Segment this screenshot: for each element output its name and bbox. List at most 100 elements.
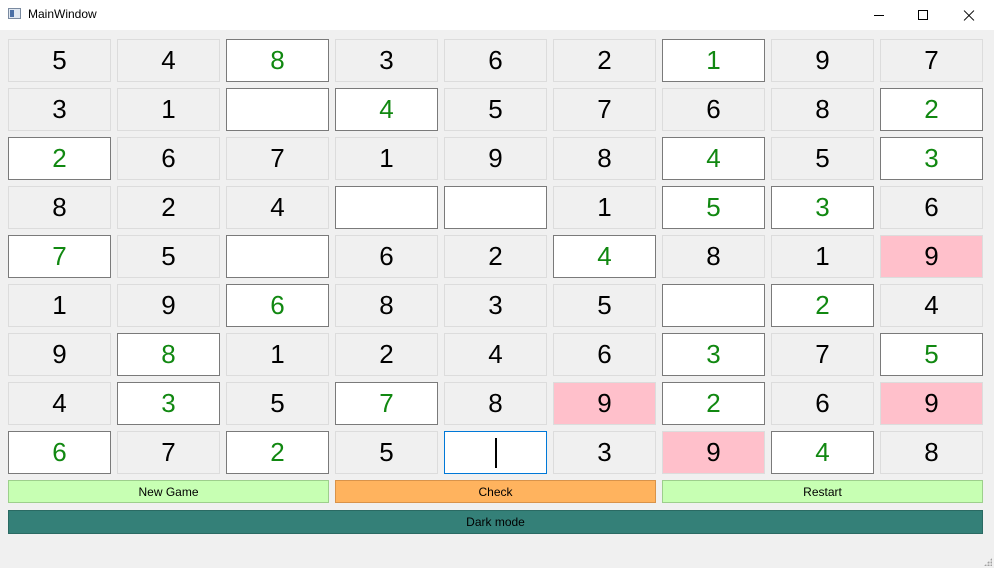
cell-value: 3 (379, 45, 394, 75)
sudoku-cell-r9-c8[interactable]: 4 (771, 431, 874, 474)
check-button[interactable]: Check (335, 480, 656, 503)
sudoku-cell-r3-c7[interactable]: 4 (662, 137, 765, 180)
cell-value: 5 (924, 339, 939, 369)
cell-value: 9 (488, 143, 503, 173)
sudoku-cell-r1-c5: 6 (444, 39, 547, 82)
cell-value: 4 (379, 94, 394, 124)
cell-value: 4 (597, 241, 612, 271)
sudoku-cell-r1-c8: 9 (771, 39, 874, 82)
sudoku-cell-r5-c4: 6 (335, 235, 438, 278)
window-title: MainWindow (28, 7, 97, 21)
cell-value: 6 (488, 45, 503, 75)
sudoku-cell-r8-c2[interactable]: 3 (117, 382, 220, 425)
cell-value: 8 (488, 388, 503, 418)
sudoku-cell-r3-c9[interactable]: 3 (880, 137, 983, 180)
minimize-button[interactable] (856, 0, 902, 30)
sudoku-cell-r4-c5[interactable] (444, 186, 547, 229)
sudoku-cell-r4-c6: 1 (553, 186, 656, 229)
sudoku-cell-r8-c4[interactable]: 7 (335, 382, 438, 425)
sudoku-cell-r7-c6: 6 (553, 333, 656, 376)
sudoku-cell-r1-c7[interactable]: 1 (662, 39, 765, 82)
cell-value: 2 (52, 143, 67, 173)
sudoku-cell-r9-c9: 8 (880, 431, 983, 474)
cell-value: 1 (815, 241, 830, 271)
sudoku-cell-r4-c3: 4 (226, 186, 329, 229)
sudoku-cell-r9-c1[interactable]: 6 (8, 431, 111, 474)
sudoku-cell-r9-c6: 3 (553, 431, 656, 474)
cell-value: 5 (706, 192, 721, 222)
cell-value: 9 (706, 437, 721, 467)
sudoku-cell-r2-c4[interactable]: 4 (335, 88, 438, 131)
cell-value: 2 (815, 290, 830, 320)
dark-mode-button[interactable]: Dark mode (8, 510, 983, 534)
sudoku-cell-r6-c4: 8 (335, 284, 438, 327)
sudoku-cell-r2-c6: 7 (553, 88, 656, 131)
sudoku-cell-r6-c3[interactable]: 6 (226, 284, 329, 327)
sudoku-cell-r6-c7[interactable] (662, 284, 765, 327)
sudoku-cell-r4-c9: 6 (880, 186, 983, 229)
restart-button[interactable]: Restart (662, 480, 983, 503)
sudoku-cell-r4-c7[interactable]: 5 (662, 186, 765, 229)
cell-value: 8 (597, 143, 612, 173)
cell-value: 3 (924, 143, 939, 173)
cell-value: 2 (488, 241, 503, 271)
close-icon (963, 9, 975, 21)
sudoku-cell-r9-c5[interactable] (444, 431, 547, 474)
new-game-button[interactable]: New Game (8, 480, 329, 503)
sudoku-cell-r3-c4: 1 (335, 137, 438, 180)
resize-grip[interactable] (984, 558, 992, 566)
cell-value: 6 (924, 192, 939, 222)
sudoku-cell-r9-c3[interactable]: 2 (226, 431, 329, 474)
sudoku-cell-r8-c9[interactable]: 9 (880, 382, 983, 425)
sudoku-cell-r2-c3[interactable] (226, 88, 329, 131)
sudoku-cell-r9-c7[interactable]: 9 (662, 431, 765, 474)
cell-value: 5 (52, 45, 67, 75)
sudoku-cell-r4-c8[interactable]: 3 (771, 186, 874, 229)
sudoku-cell-r2-c9[interactable]: 2 (880, 88, 983, 131)
sudoku-cell-r5-c6[interactable]: 4 (553, 235, 656, 278)
text-cursor (494, 437, 497, 468)
sudoku-cell-r8-c7[interactable]: 2 (662, 382, 765, 425)
cell-value: 3 (52, 94, 67, 124)
sudoku-cell-r3-c1[interactable]: 2 (8, 137, 111, 180)
cell-value: 6 (52, 437, 67, 467)
cell-value: 4 (488, 339, 503, 369)
sudoku-cell-r4-c1: 8 (8, 186, 111, 229)
maximize-button[interactable] (900, 0, 946, 30)
sudoku-cell-r8-c6[interactable]: 9 (553, 382, 656, 425)
cell-value: 7 (52, 241, 67, 271)
sudoku-cell-r6-c1: 1 (8, 284, 111, 327)
sudoku-cell-r5-c3[interactable] (226, 235, 329, 278)
cell-value: 1 (161, 94, 176, 124)
sudoku-cell-r7-c7[interactable]: 3 (662, 333, 765, 376)
cell-value: 4 (706, 143, 721, 173)
cell-value: 3 (597, 437, 612, 467)
cell-value: 8 (924, 437, 939, 467)
cell-value: 6 (815, 388, 830, 418)
sudoku-cell-r5-c1[interactable]: 7 (8, 235, 111, 278)
sudoku-cell-r3-c6: 8 (553, 137, 656, 180)
sudoku-cell-r8-c8: 6 (771, 382, 874, 425)
sudoku-cell-r7-c9[interactable]: 5 (880, 333, 983, 376)
cell-value: 6 (706, 94, 721, 124)
sudoku-cell-r1-c3[interactable]: 8 (226, 39, 329, 82)
sudoku-cell-r5-c8: 1 (771, 235, 874, 278)
cell-value: 1 (270, 339, 285, 369)
cell-value: 7 (270, 143, 285, 173)
sudoku-cell-r1-c4: 3 (335, 39, 438, 82)
cell-value: 5 (270, 388, 285, 418)
sudoku-cell-r5-c9[interactable]: 9 (880, 235, 983, 278)
sudoku-cell-r2-c1: 3 (8, 88, 111, 131)
sudoku-cell-r5-c5: 2 (444, 235, 547, 278)
cell-value: 2 (270, 437, 285, 467)
sudoku-cell-r4-c4[interactable] (335, 186, 438, 229)
cell-value: 8 (270, 45, 285, 75)
maximize-icon (918, 10, 928, 20)
cell-value: 2 (706, 388, 721, 418)
cell-value: 7 (815, 339, 830, 369)
sudoku-cell-r6-c8[interactable]: 2 (771, 284, 874, 327)
close-button[interactable] (946, 0, 992, 30)
cell-value: 5 (488, 94, 503, 124)
sudoku-cell-r7-c2[interactable]: 8 (117, 333, 220, 376)
sudoku-cell-r6-c5: 3 (444, 284, 547, 327)
